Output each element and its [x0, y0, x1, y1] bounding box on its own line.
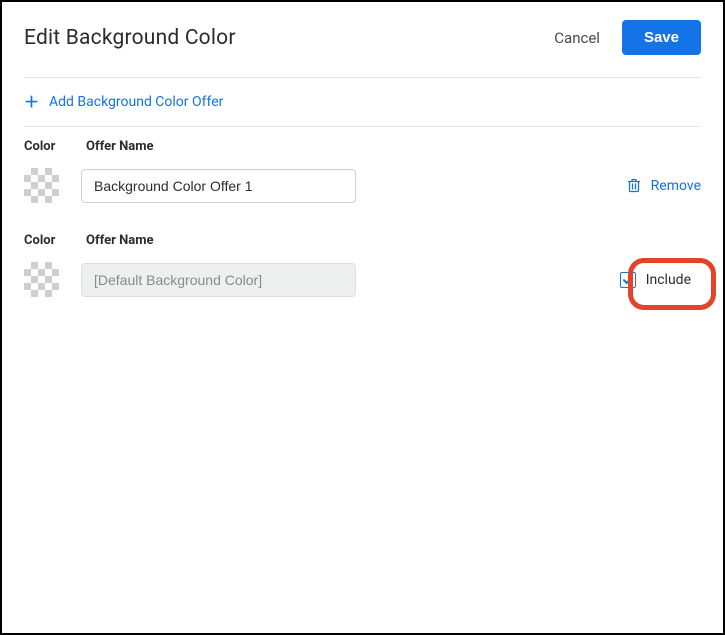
trash-icon: [627, 178, 641, 193]
add-offer-label: Add Background Color Offer: [49, 94, 223, 110]
offer-name-input[interactable]: [81, 169, 356, 203]
cancel-button[interactable]: Cancel: [554, 29, 600, 47]
column-color: Color: [24, 233, 64, 248]
add-offer-button[interactable]: ＋ Add Background Color Offer: [24, 78, 701, 126]
color-swatch[interactable]: [24, 168, 59, 203]
include-control: Include: [610, 268, 701, 292]
color-swatch[interactable]: [24, 262, 59, 297]
include-label: Include: [646, 272, 691, 288]
column-offer-name: Offer Name: [86, 139, 154, 154]
dialog-title: Edit Background Color: [24, 26, 236, 50]
offer-row: Include: [24, 256, 701, 315]
column-offer-name: Offer Name: [86, 233, 154, 248]
header-actions: Cancel Save: [554, 20, 701, 55]
offer-row: Remove: [24, 162, 701, 221]
table-header: Color Offer Name: [24, 127, 701, 162]
offer-name-input-readonly: [81, 263, 356, 297]
plus-icon: ＋: [24, 95, 39, 110]
dialog-header: Edit Background Color Cancel Save: [24, 20, 701, 77]
save-button[interactable]: Save: [622, 20, 701, 55]
remove-button[interactable]: Remove: [627, 178, 701, 194]
column-color: Color: [24, 139, 64, 154]
remove-label: Remove: [651, 178, 701, 194]
table-header: Color Offer Name: [24, 221, 701, 256]
include-checkbox[interactable]: [620, 272, 636, 288]
